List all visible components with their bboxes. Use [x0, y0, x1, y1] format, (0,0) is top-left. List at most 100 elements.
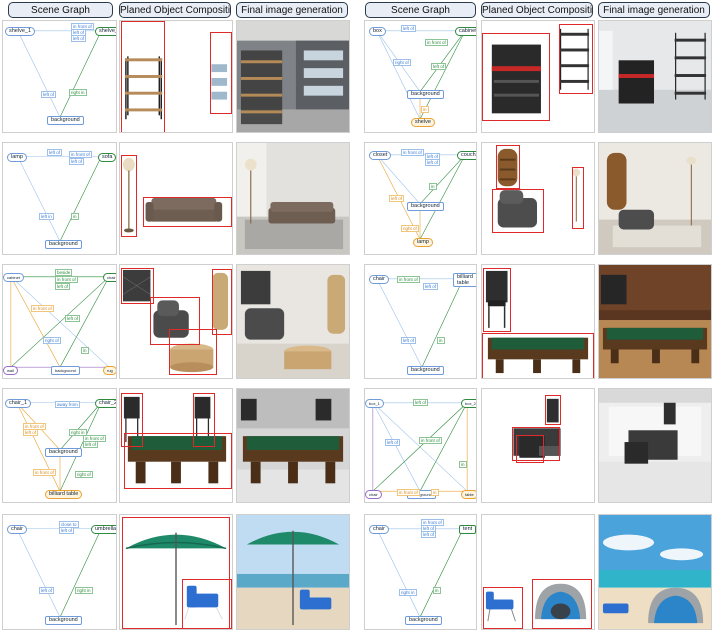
- graph-node: rug: [103, 366, 116, 375]
- generated-image: [599, 515, 711, 629]
- edge-label: left of: [401, 337, 417, 344]
- graph-node: umbrella: [91, 525, 116, 534]
- generated-image: [599, 21, 711, 132]
- edge-label: left of: [47, 149, 63, 156]
- graph-node: shelve_1: [5, 27, 36, 36]
- graph-node: background: [407, 366, 444, 375]
- edge-label: in: [437, 337, 445, 344]
- graph-node: shelve: [411, 118, 435, 127]
- final-image-panel: [598, 142, 712, 255]
- composition-panel: [119, 20, 233, 133]
- edge-label: left of: [425, 159, 441, 166]
- generated-image: [599, 389, 711, 502]
- graph-node: chair: [369, 525, 389, 534]
- final-image-panel: [236, 514, 350, 630]
- scene-graph-panel: chair billiard table background in front…: [364, 264, 477, 379]
- edge-label: left of: [55, 283, 71, 290]
- graph-node: background: [45, 240, 82, 249]
- object-bbox: [482, 333, 594, 378]
- edge-label: in front of: [397, 489, 420, 496]
- edge-label: in: [71, 213, 79, 220]
- graph-node: lamp: [413, 238, 433, 247]
- object-bbox: [496, 145, 520, 189]
- generated-image: [237, 21, 349, 132]
- object-bbox: [483, 587, 523, 629]
- graph-node: cabinet: [455, 27, 476, 36]
- graph-node: box_2: [461, 399, 476, 408]
- edge-label: in: [81, 347, 89, 354]
- graph-node: tent: [459, 525, 476, 534]
- edge-label: left in: [39, 213, 54, 220]
- edge-label: right of: [43, 337, 61, 344]
- composition-panel: [481, 20, 595, 133]
- scene-graph-panel: lamp sofa background left of in front of…: [2, 142, 117, 255]
- graph-node: background: [407, 202, 444, 211]
- edge-label: left of: [69, 158, 85, 165]
- edge-label: in: [431, 489, 439, 496]
- edge-label: right of: [75, 471, 93, 478]
- graph-node: couch: [457, 151, 476, 160]
- edge-label: left of: [385, 439, 401, 446]
- edge-label: right in: [69, 89, 87, 96]
- edge-label: left of: [413, 399, 429, 406]
- edge-label: left of: [401, 25, 417, 32]
- edge-label: left of: [83, 441, 99, 448]
- graph-node: background: [47, 116, 84, 125]
- edge-label: left of: [71, 35, 87, 42]
- edge-label: left of: [59, 527, 75, 534]
- edge-label: left of: [431, 63, 447, 70]
- graph-edges: [376, 30, 466, 120]
- final-image-panel: [236, 20, 350, 133]
- graph-node: chair: [103, 273, 116, 282]
- edge-label: beside: [55, 269, 73, 276]
- scene-graph-panel: closet couch background lamp in front of…: [364, 142, 477, 255]
- object-bbox: [121, 21, 165, 132]
- composition-panel: [119, 264, 233, 379]
- scene-graph-panel: chair umbrella background close to left …: [2, 514, 117, 630]
- graph-node: table: [461, 490, 476, 499]
- graph-node: billiard table: [453, 273, 476, 287]
- object-bbox: [572, 167, 584, 229]
- graph-node: box_1: [365, 399, 384, 408]
- generated-image: [599, 265, 711, 378]
- graph-node: cabinet: [3, 273, 24, 282]
- scene-graph-panel: box cabinet background shelve left of in…: [364, 20, 477, 133]
- object-bbox: [545, 395, 561, 425]
- edge-label: right in: [75, 587, 93, 594]
- edge-label: in: [421, 106, 429, 113]
- graph-node: chair: [369, 275, 389, 284]
- composition-panel: [481, 142, 595, 255]
- generated-image: [599, 143, 711, 254]
- composition-panel: [119, 388, 233, 503]
- edge-label: in: [433, 587, 441, 594]
- scene-graph-panel: shelve_1 shelve_2 background in front of…: [2, 20, 117, 133]
- final-image-panel: [598, 388, 712, 503]
- edge-label: left of: [65, 315, 81, 322]
- header-composition-right: Planed Object Composition: [481, 2, 593, 18]
- graph-node: background: [45, 448, 82, 457]
- graph-node: background: [405, 616, 442, 625]
- final-image-panel: [598, 264, 712, 379]
- graph-node: chair_1: [5, 399, 32, 408]
- header-composition-left: Planed Object Composition: [119, 2, 231, 18]
- edge-label: in: [459, 461, 467, 468]
- composition-panel: [481, 264, 595, 379]
- object-bbox: [143, 197, 232, 227]
- graph-node: closet: [369, 151, 392, 160]
- composition-panel: [481, 514, 595, 630]
- edge-label: left of: [41, 91, 57, 98]
- edge-label: right of: [393, 59, 411, 66]
- final-image-panel: [598, 20, 712, 133]
- graph-node: wall: [3, 366, 18, 375]
- object-bbox: [121, 155, 137, 237]
- graph-node: billiard table: [45, 490, 83, 499]
- edge-label: left of: [423, 283, 439, 290]
- object-bbox: [182, 579, 232, 629]
- graph-node: background: [51, 366, 80, 375]
- graph-node: lamp: [7, 153, 27, 162]
- graph-node: box: [369, 27, 386, 36]
- composition-panel: [481, 388, 595, 503]
- edge-label: in front of: [31, 305, 54, 312]
- object-bbox: [532, 579, 592, 629]
- graph-node: background: [407, 90, 444, 99]
